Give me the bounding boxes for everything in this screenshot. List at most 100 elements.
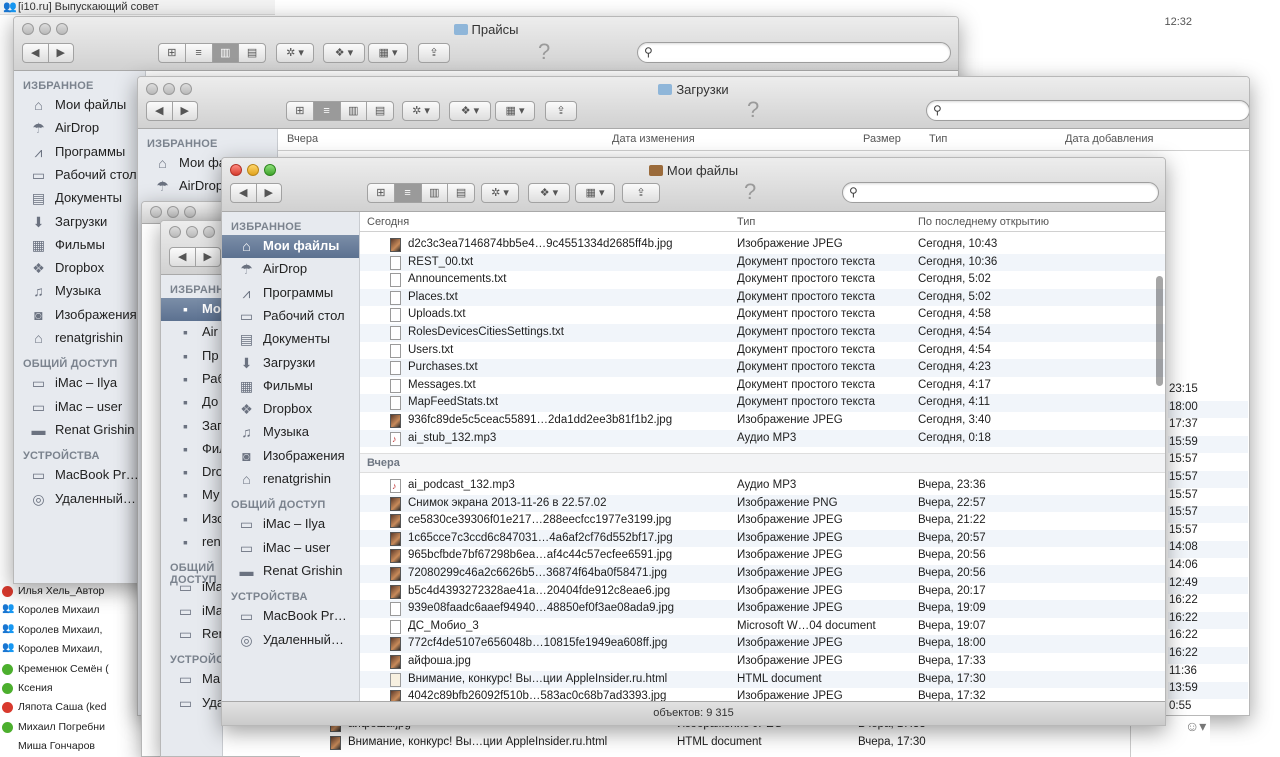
view-mode-buttons[interactable]: ⊞ ≡ ▥ ▤ (286, 101, 394, 121)
sidebar-item-airdrop[interactable]: ☂ AirDrop (14, 117, 145, 140)
sidebar-item-documents[interactable]: ▤ Документы (14, 187, 145, 210)
sidebar-item[interactable]: ▪ Раб (161, 368, 222, 391)
column-type[interactable]: Тип (929, 133, 947, 145)
sidebar-item-device[interactable]: ▭ MacBook Pr… (222, 605, 359, 628)
sidebar-item[interactable]: ▪ Му (161, 484, 222, 507)
close-button[interactable] (169, 226, 181, 238)
column-last-opened[interactable]: По последнему открытию (918, 216, 1049, 228)
forward-button[interactable]: ▶ (49, 44, 74, 62)
sidebar-item[interactable]: ▪ До (161, 391, 222, 414)
sidebar-item-movies[interactable]: ▦ Фильмы (222, 375, 359, 398)
dropbox-icon[interactable]: ❖ ▾ (449, 101, 491, 121)
share-icon[interactable]: ⇪ (622, 183, 660, 203)
column-view-button[interactable]: ▥ (212, 44, 240, 62)
forward-button[interactable]: ▶ (196, 248, 221, 266)
contact-item[interactable]: Ляпота Саша (ked (2, 701, 106, 714)
search-input[interactable]: ⚲ (637, 42, 951, 63)
sidebar-item-device[interactable]: ▭ Ma (161, 668, 222, 691)
back-button[interactable]: ◀ (231, 184, 257, 202)
sidebar-item[interactable]: ▪ Мои (161, 298, 222, 321)
icon-view-button[interactable]: ⊞ (159, 44, 186, 62)
contact-item[interactable]: Михаил Погребни (2, 721, 105, 733)
back-forward-buttons[interactable]: ◀ ▶ (22, 43, 74, 63)
arrange-button[interactable]: ▦ ▾ (495, 101, 535, 121)
sidebar-item-home[interactable]: ⌂ Мои файлы (222, 235, 359, 258)
file-row[interactable]: d2c3c3ea7146874bb5e4…9c4551334d2685ff4b.… (360, 236, 1165, 254)
sidebar-item-shared[interactable]: ▭ iMac – user (222, 537, 359, 560)
sidebar-item[interactable]: ▪ Фил (161, 438, 222, 461)
sidebar-item-shared[interactable]: ▭ iMac – user (14, 396, 145, 419)
list-view-button[interactable]: ≡ (186, 44, 213, 62)
column-name[interactable]: Сегодня (367, 216, 409, 228)
minimize-button[interactable] (186, 226, 198, 238)
file-row[interactable]: Announcements.txt Документ простого текст… (360, 271, 1165, 289)
downloads-titlebar[interactable]: Загрузки ◀ ▶ ⊞ ≡ ▥ ▤ ✲ ▾ ❖ ▾ ▦ ▾ ⇪ ? ⚲ (138, 77, 1249, 129)
sidebar-item-dropbox[interactable]: ❖ Dropbox (14, 257, 145, 280)
minimize-button[interactable] (167, 206, 179, 218)
arrange-button[interactable]: ▦ ▾ (575, 183, 615, 203)
file-row[interactable]: ДС_Мобио_3 Microsoft W…04 document Вчера, … (360, 618, 1165, 636)
file-list[interactable]: Сегодня Тип По последнему открытию d2c3c… (360, 212, 1165, 701)
sidebar-item-device[interactable]: ▭ Уда (161, 692, 222, 715)
file-row[interactable]: RolesDevicesCitiesSettings.txt Документ п… (360, 324, 1165, 342)
sidebar-item-home[interactable]: ⌂ Мои файлы (14, 94, 145, 117)
vertical-scrollbar[interactable] (1156, 276, 1163, 386)
file-row[interactable]: ai_podcast_132.mp3 Аудио MP3 Вчера, 23:36 (360, 477, 1165, 495)
sidebar-item[interactable]: ▪ Пр (161, 345, 222, 368)
sidebar-item-device[interactable]: ◎ Удаленный… (222, 629, 359, 652)
sidebar-item-desktop[interactable]: ▭ Рабочий стол (14, 164, 145, 187)
zoom-button[interactable] (203, 226, 215, 238)
file-row[interactable]: Users.txt Документ простого текста Сегодня… (360, 342, 1165, 360)
column-date-added[interactable]: Дата добавления (1065, 133, 1153, 145)
file-row[interactable]: Messages.txt Документ простого текста Сего… (360, 377, 1165, 395)
file-row[interactable]: 4042c89bfb26092f510b…583ac0c68b7ad3393.j… (360, 688, 1165, 701)
close-button[interactable] (150, 206, 162, 218)
file-row[interactable]: 965bcfbde7bf67298b6ea…af4c44c57ecfee6591… (360, 547, 1165, 565)
file-row[interactable]: ai_stub_132.mp3 Аудио MP3 Сегодня, 0:18 (360, 429, 1165, 448)
sidebar-item-shared[interactable]: ▭ Ren (161, 623, 222, 646)
sidebar-item-applications[interactable]: ⩘ Программы (14, 141, 145, 164)
sidebar-item-desktop[interactable]: ▭ Рабочий стол (222, 305, 359, 328)
column-view-button[interactable]: ▥ (341, 102, 368, 120)
file-row[interactable]: MapFeedStats.txt Документ простого текста… (360, 394, 1165, 412)
sidebar-item-home[interactable]: ⌂ renatgrishin (14, 327, 145, 350)
file-row[interactable]: Uploads.txt Документ простого текста Сегод… (360, 306, 1165, 324)
sidebar-item-shared[interactable]: ▭ iMa (161, 576, 222, 599)
sidebar-item[interactable]: ▪ Изо (161, 508, 222, 531)
sidebar-item-airdrop[interactable]: ☂ AirDrop (222, 258, 359, 281)
contact-item[interactable]: Ксения (2, 682, 53, 694)
gear-icon[interactable]: ✲ ▾ (402, 101, 440, 121)
contact-item[interactable]: 👥 Королев Михаил, (2, 642, 102, 655)
file-row[interactable]: Снимок экрана 2013-11-26 в 22.57.02 Изобр… (360, 494, 1165, 513)
main-titlebar[interactable]: Мои файлы ◀ ▶ ⊞ ≡ ▥ ▤ ✲ ▾ ❖ ▾ ▦ ▾ ⇪ ? ⚲ (222, 158, 1165, 212)
finder-window-my-files[interactable]: Мои файлы ◀ ▶ ⊞ ≡ ▥ ▤ ✲ ▾ ❖ ▾ ▦ ▾ ⇪ ? ⚲ ИЗБР… (221, 157, 1166, 726)
sidebar-item-home[interactable]: ⌂ renatgrishin (222, 468, 359, 491)
file-row[interactable]: айфоша.jpg Изображение JPEG Вчера, 17:33 (360, 653, 1165, 671)
view-mode-buttons[interactable]: ⊞ ≡ ▥ ▤ (158, 43, 266, 63)
sidebar-item-downloads[interactable]: ⬇ Загрузки (222, 352, 359, 375)
back-forward-buttons[interactable]: ◀ ▶ (230, 183, 282, 203)
sidebar-item-pictures[interactable]: ◙ Изображения (14, 304, 145, 327)
column-view-button[interactable]: ▥ (422, 184, 449, 202)
sidebar-item-shared[interactable]: ▭ iMa (161, 600, 222, 623)
column-modified[interactable]: Дата изменения (612, 133, 695, 145)
sidebar-item-applications[interactable]: ⩘ Программы (222, 282, 359, 305)
help-icon[interactable]: ? (538, 39, 550, 65)
file-row[interactable]: 1c65cce7c3ccd6c847031…4a6af2cf76d552bf17… (360, 529, 1165, 548)
sidebar-item[interactable]: ▪ ren (161, 531, 222, 554)
coverflow-view-button[interactable]: ▤ (448, 184, 474, 202)
sidebar-item[interactable]: ▪ Заг (161, 415, 222, 438)
back-forward-buttons[interactable]: ◀ ▶ (146, 101, 198, 121)
help-icon[interactable]: ? (747, 97, 759, 123)
list-view-button[interactable]: ≡ (394, 184, 422, 202)
sidebar-item-shared[interactable]: ▬ Renat Grishin (14, 419, 145, 442)
column-size[interactable]: Размер (863, 133, 901, 145)
back-button[interactable]: ◀ (170, 248, 196, 266)
gear-icon[interactable]: ✲ ▾ (481, 183, 519, 203)
sidebar-item[interactable]: ▪ Dro (161, 461, 222, 484)
zoom-button[interactable] (184, 206, 196, 218)
dropbox-icon[interactable]: ❖ ▾ (323, 43, 365, 63)
column-type[interactable]: Тип (737, 216, 755, 228)
coverflow-view-button[interactable]: ▤ (239, 44, 265, 62)
list-view-button[interactable]: ≡ (313, 102, 341, 120)
